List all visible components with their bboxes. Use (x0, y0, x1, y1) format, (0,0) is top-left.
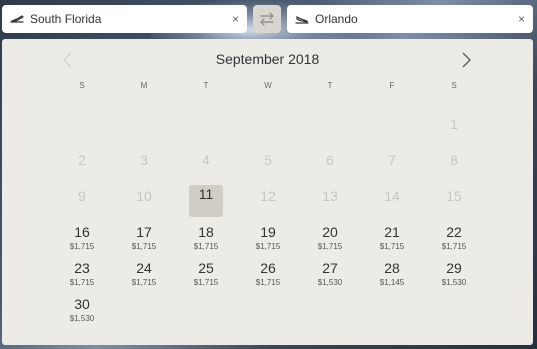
calendar-day: 3 (127, 149, 161, 181)
departing-plane-icon (10, 12, 24, 26)
day-number: 27 (322, 260, 338, 276)
month-title: September 2018 (215, 51, 320, 67)
fare-price: $1,530 (441, 278, 467, 287)
selected-date: 11 (189, 185, 223, 217)
fare-price: $1,715 (131, 242, 157, 251)
origin-field[interactable]: South Florida × (2, 5, 247, 33)
calendar-day: 12 (251, 185, 285, 217)
calendar-day: 9 (65, 185, 99, 217)
fare-price: $1,715 (379, 242, 405, 251)
calendar-day[interactable]: 25 $1,715 (189, 257, 223, 289)
calendar-day: 5 (251, 149, 285, 181)
calendar-day[interactable]: 22 $1,715 (437, 221, 471, 253)
weekday-label: F (389, 81, 395, 90)
weekday-label: T (327, 81, 333, 90)
calendar-day: 7 (375, 149, 409, 181)
weekday-label: W (264, 81, 272, 90)
calendar-day[interactable]: 29 $1,530 (437, 257, 471, 289)
swap-icon (260, 12, 274, 26)
calendar-day[interactable]: 23 $1,715 (65, 257, 99, 289)
chevron-right-icon (462, 52, 471, 68)
flight-search-bar: South Florida × Orlando × (0, 5, 537, 35)
day-number: 14 (384, 188, 400, 204)
calendar-day[interactable]: 17 $1,715 (127, 221, 161, 253)
day-number: 17 (136, 224, 152, 240)
calendar-day[interactable]: 20 $1,715 (313, 221, 347, 253)
day-number: 21 (384, 224, 400, 240)
calendar-day[interactable]: 28 $1,145 (375, 257, 409, 289)
destination-value: Orlando (315, 12, 358, 26)
fare-price: $1,715 (441, 242, 467, 251)
fare-price: $1,715 (131, 278, 157, 287)
calendar-day: 13 (313, 185, 347, 217)
weekday-label: S (451, 81, 457, 90)
day-number: 15 (446, 188, 462, 204)
fare-price: $1,530 (317, 278, 343, 287)
day-number: 3 (140, 152, 148, 168)
destination-field[interactable]: Orlando × (287, 5, 533, 33)
calendar-day: 2 (65, 149, 99, 181)
calendar-day[interactable]: 30 $1,530 (65, 293, 99, 325)
weekday-label: T (203, 81, 209, 90)
day-number: 11 (198, 186, 214, 202)
day-number: 9 (78, 188, 86, 204)
origin-value: South Florida (30, 12, 102, 26)
fare-price: $1,715 (193, 278, 219, 287)
day-number: 26 (260, 260, 276, 276)
next-month-button[interactable] (458, 51, 474, 69)
fare-price: $1,715 (193, 242, 219, 251)
fare-price: $1,715 (255, 242, 281, 251)
day-number: 8 (450, 152, 458, 168)
day-number: 12 (260, 188, 276, 204)
weekday-header: SMTWTFS (50, 81, 484, 93)
day-number: 29 (446, 260, 462, 276)
day-number: 5 (264, 152, 272, 168)
day-number: 7 (388, 152, 396, 168)
day-number: 20 (322, 224, 338, 240)
fare-price: $1,145 (379, 278, 405, 287)
day-number: 22 (446, 224, 462, 240)
fare-price: $1,530 (69, 314, 95, 323)
calendar-day: 14 (375, 185, 409, 217)
landing-plane-icon (295, 12, 309, 26)
calendar-panel: September 2018 SMTWTFS 1 2 3 4 5 6 7 8 9 10 11 12 13… (2, 39, 533, 345)
day-number: 28 (384, 260, 400, 276)
calendar-day: 4 (189, 149, 223, 181)
calendar-day[interactable]: 19 $1,715 (251, 221, 285, 253)
calendar-day: 6 (313, 149, 347, 181)
day-number: 30 (74, 296, 90, 312)
weekday-label: S (79, 81, 85, 90)
day-number: 16 (74, 224, 90, 240)
day-number: 13 (322, 188, 338, 204)
calendar-day[interactable]: 27 $1,530 (313, 257, 347, 289)
day-number: 24 (136, 260, 152, 276)
day-number: 1 (450, 116, 458, 132)
day-number: 2 (78, 152, 86, 168)
destination-clear-icon[interactable]: × (518, 12, 525, 26)
calendar-day: 1 (437, 113, 471, 145)
day-number: 23 (74, 260, 90, 276)
weekday-label: M (140, 81, 148, 90)
calendar-day[interactable]: 18 $1,715 (189, 221, 223, 253)
calendar-day: 10 (127, 185, 161, 217)
day-number: 10 (136, 188, 152, 204)
fare-price: $1,715 (255, 278, 281, 287)
day-number: 18 (198, 224, 214, 240)
calendar-day: 15 (437, 185, 471, 217)
calendar-day: 8 (437, 149, 471, 181)
calendar-day[interactable]: 26 $1,715 (251, 257, 285, 289)
origin-clear-icon[interactable]: × (232, 12, 239, 26)
fare-price: $1,715 (69, 278, 95, 287)
day-number: 25 (198, 260, 214, 276)
fare-price: $1,715 (69, 242, 95, 251)
day-number: 6 (326, 152, 334, 168)
swap-button[interactable] (253, 5, 281, 33)
day-number: 4 (202, 152, 210, 168)
day-number: 19 (260, 224, 276, 240)
calendar-day[interactable]: 21 $1,715 (375, 221, 409, 253)
calendar-day[interactable]: 24 $1,715 (127, 257, 161, 289)
calendar-day[interactable]: 16 $1,715 (65, 221, 99, 253)
fare-price: $1,715 (317, 242, 343, 251)
